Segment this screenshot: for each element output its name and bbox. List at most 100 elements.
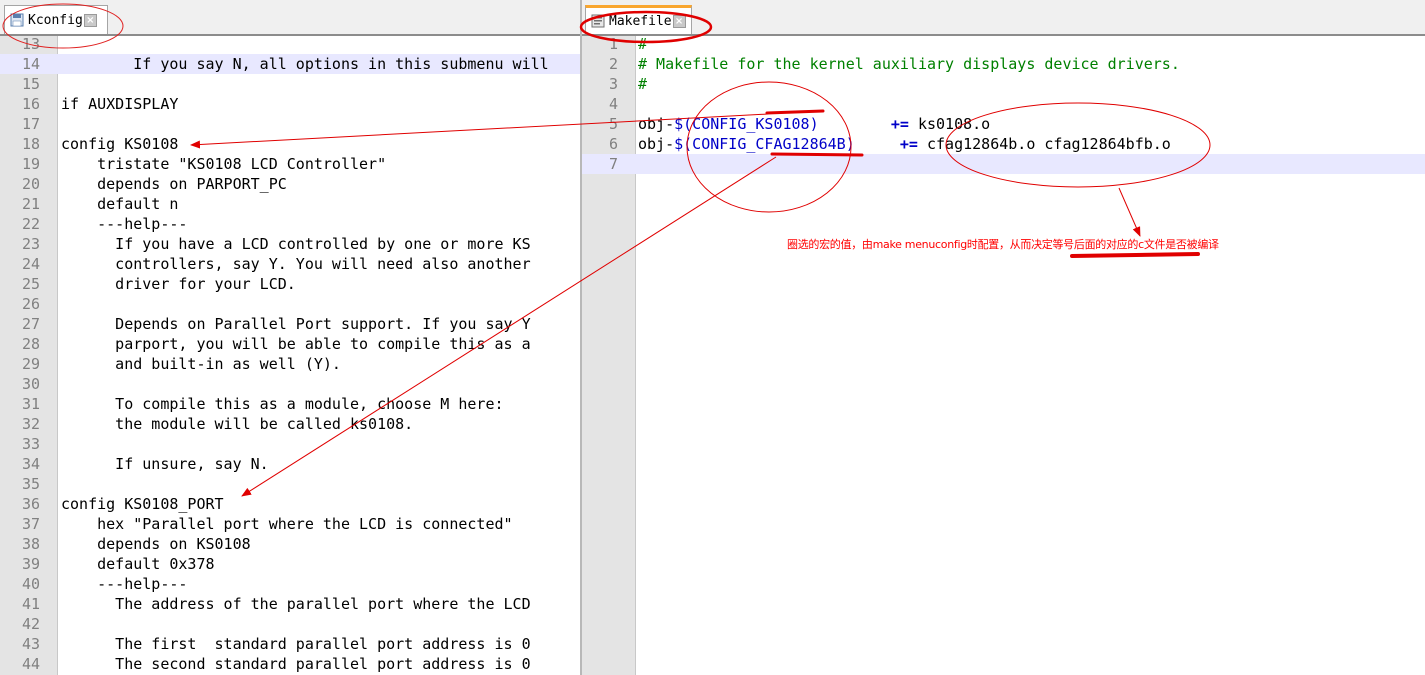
code-text: config KS0108 (61, 135, 179, 153)
line-number: 4 (608, 95, 618, 113)
line-number: 17 (21, 115, 40, 133)
line-number: 5 (608, 115, 618, 133)
line-number: 16 (21, 95, 40, 113)
code-text: obj-$(CONFIG_KS0108) += ks0108.o (638, 114, 990, 134)
code-line[interactable]: 44 The second standard parallel port add… (0, 654, 580, 674)
code-line[interactable]: 7 (582, 154, 1425, 174)
close-icon[interactable]: × (672, 14, 686, 28)
code-line[interactable]: 23 If you have a LCD controlled by one o… (0, 234, 580, 254)
right-tab-bar: Makefile × (582, 0, 1425, 36)
line-number: 31 (21, 395, 40, 413)
left-tab-bar: Kconfig × (0, 0, 580, 36)
code-text: If you say N, all options in this submen… (61, 55, 549, 73)
line-number: 39 (21, 555, 40, 573)
code-line[interactable]: 6 obj-$(CONFIG_CFAG12864B) += cfag12864b.… (582, 134, 1425, 154)
code-line[interactable]: 25 driver for your LCD. (0, 274, 580, 294)
code-line[interactable]: 26 (0, 294, 580, 314)
code-line[interactable]: 41 The address of the parallel port wher… (0, 594, 580, 614)
code-line[interactable]: 19 tristate "KS0108 LCD Controller" (0, 154, 580, 174)
code-text: The first standard parallel port address… (61, 635, 531, 653)
line-number: 22 (21, 215, 40, 233)
code-text: Depends on Parallel Port support. If you… (61, 315, 531, 333)
code-line[interactable]: 2 # Makefile for the kernel auxiliary dis… (582, 54, 1425, 74)
line-number: 3 (608, 75, 618, 93)
line-number: 19 (21, 155, 40, 173)
code-line[interactable]: 33 (0, 434, 580, 454)
code-line[interactable]: 15 (0, 74, 580, 94)
code-line[interactable]: 43 The first standard parallel port addr… (0, 634, 580, 654)
makefile-pane: Makefile × 1 #2 # Makefile for the kernel … (582, 0, 1425, 675)
line-number: 44 (21, 655, 40, 673)
code-line[interactable]: 27 Depends on Parallel Port support. If … (0, 314, 580, 334)
line-number: 36 (21, 495, 40, 513)
line-number: 13 (21, 35, 40, 53)
tab-kconfig-title: Kconfig (28, 12, 83, 28)
code-line[interactable]: 29 and built-in as well (Y). (0, 354, 580, 374)
close-icon[interactable]: × (83, 13, 97, 27)
code-text: The address of the parallel port where t… (61, 595, 531, 613)
code-line[interactable]: 3 # (582, 74, 1425, 94)
line-number: 29 (21, 355, 40, 373)
code-line[interactable]: 13 (0, 34, 580, 54)
code-line[interactable]: 36 config KS0108_PORT (0, 494, 580, 514)
tab-kconfig[interactable]: Kconfig × (4, 5, 108, 34)
line-number: 40 (21, 575, 40, 593)
append-operator: += (899, 135, 918, 153)
line-number: 32 (21, 415, 40, 433)
code-text: controllers, say Y. You will need also a… (61, 255, 531, 273)
line-number: 24 (21, 255, 40, 273)
kconfig-pane: Kconfig × 13 14 If you say N, all options… (0, 0, 580, 675)
annotation-text: 圈选的宏的值，由make menuconfig时配置，从而决定等号后面的对应的c… (787, 238, 1219, 251)
code-text: driver for your LCD. (61, 275, 296, 293)
kconfig-editor[interactable]: 13 14 If you say N, all options in this s… (0, 34, 580, 675)
code-line[interactable]: 28 parport, you will be able to compile … (0, 334, 580, 354)
obj-prefix: obj- (638, 115, 675, 133)
code-line[interactable]: 42 (0, 614, 580, 634)
code-text: parport, you will be able to compile thi… (61, 335, 531, 353)
code-text: ---help--- (61, 575, 188, 593)
line-number: 23 (21, 235, 40, 253)
line-number: 26 (21, 295, 40, 313)
line-number: 21 (21, 195, 40, 213)
code-line[interactable]: 37 hex "Parallel port where the LCD is c… (0, 514, 580, 534)
line-number: 33 (21, 435, 40, 453)
code-line[interactable]: 16 if AUXDISPLAY (0, 94, 580, 114)
code-text: config KS0108_PORT (61, 495, 224, 513)
code-text: If unsure, say N. (61, 455, 269, 473)
code-text: To compile this as a module, choose M he… (61, 395, 504, 413)
code-text: # (638, 74, 647, 94)
line-number: 2 (608, 55, 618, 73)
line-number: 30 (21, 375, 40, 393)
code-line[interactable]: 31 To compile this as a module, choose M… (0, 394, 580, 414)
line-number: 43 (21, 635, 40, 653)
code-line[interactable]: 34 If unsure, say N. (0, 454, 580, 474)
line-number: 25 (21, 275, 40, 293)
code-line[interactable]: 17 (0, 114, 580, 134)
code-line[interactable]: 30 (0, 374, 580, 394)
alignment-space (819, 115, 891, 133)
config-macro: $(CONFIG_KS0108) (674, 115, 819, 133)
tab-makefile[interactable]: Makefile × (585, 5, 692, 34)
code-line[interactable]: 24 controllers, say Y. You will need als… (0, 254, 580, 274)
line-number: 41 (21, 595, 40, 613)
code-text: # (638, 34, 647, 54)
code-line[interactable]: 1 # (582, 34, 1425, 54)
code-line[interactable]: 35 (0, 474, 580, 494)
code-line[interactable]: 18 config KS0108 (0, 134, 580, 154)
code-text: tristate "KS0108 LCD Controller" (61, 155, 387, 173)
code-line[interactable]: 5 obj-$(CONFIG_KS0108) += ks0108.o (582, 114, 1425, 134)
code-line[interactable]: 39 default 0x378 (0, 554, 580, 574)
code-line[interactable]: 4 (582, 94, 1425, 114)
makefile-editor[interactable]: 1 #2 # Makefile for the kernel auxiliary d… (582, 34, 1425, 675)
code-line[interactable]: 14 If you say N, all options in this sub… (0, 54, 580, 74)
code-line[interactable]: 21 default n (0, 194, 580, 214)
line-number: 35 (21, 475, 40, 493)
code-line[interactable]: 22 ---help--- (0, 214, 580, 234)
code-line[interactable]: 20 depends on PARPORT_PC (0, 174, 580, 194)
code-line[interactable]: 38 depends on KS0108 (0, 534, 580, 554)
code-text: depends on KS0108 (61, 535, 251, 553)
code-text: # Makefile for the kernel auxiliary disp… (638, 55, 1180, 73)
code-line[interactable]: 32 the module will be called ks0108. (0, 414, 580, 434)
code-text: if AUXDISPLAY (61, 95, 179, 113)
code-line[interactable]: 40 ---help--- (0, 574, 580, 594)
